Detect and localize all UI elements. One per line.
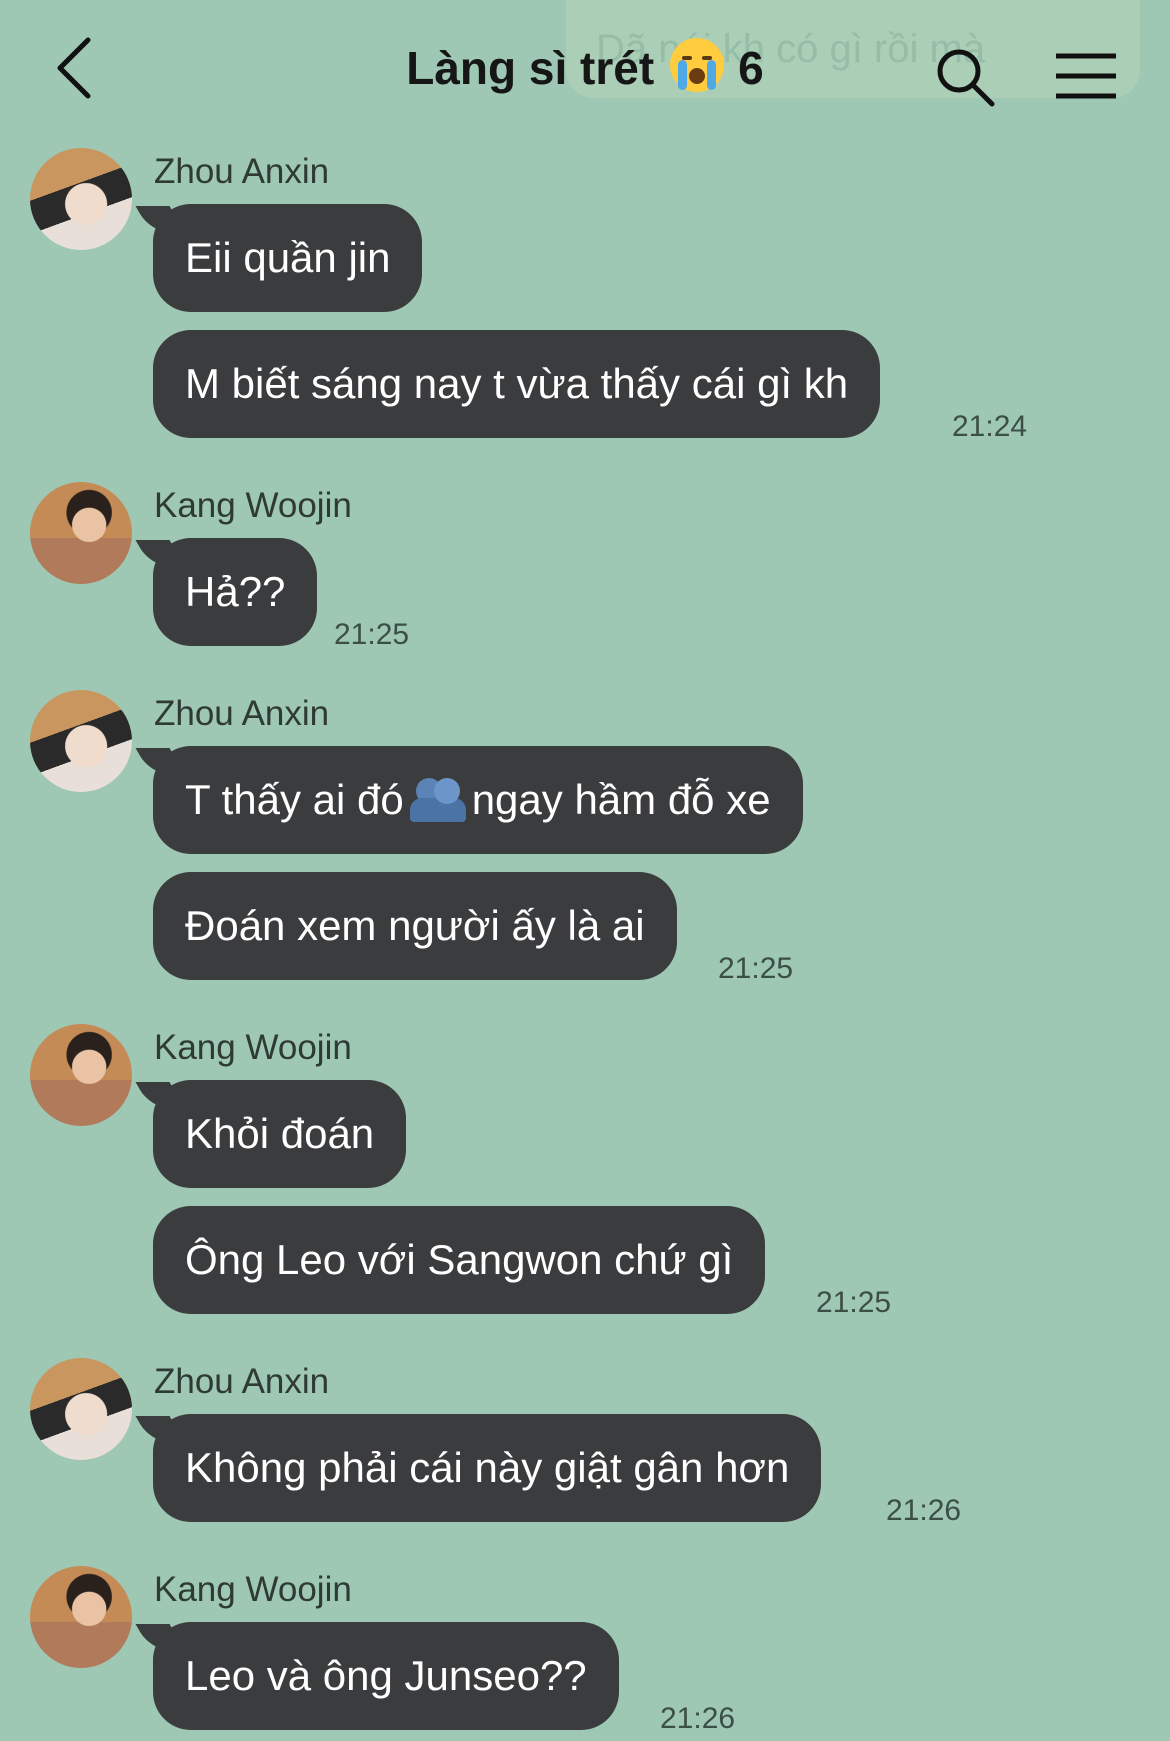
message-text: Ông Leo với Sangwon chứ gì	[185, 1236, 734, 1283]
message-bubble[interactable]: Hả??	[153, 538, 318, 646]
sender-name: Kang Woojin	[154, 486, 352, 525]
kang-woojin-avatar[interactable]	[30, 482, 132, 584]
message-timestamp: 21:26	[660, 1702, 736, 1735]
message-text: Khỏi đoán	[185, 1110, 375, 1157]
sender-name: Kang Woojin	[154, 1570, 352, 1609]
sender-name: Zhou Anxin	[154, 152, 330, 191]
chat-header: Dã nói kh có gì rồi mà Làng sì trét 6	[0, 0, 1170, 140]
chat-title-text: Làng sì trét	[406, 42, 655, 94]
loudly-crying-face-emoji-icon	[670, 38, 725, 92]
message-text: Đoán xem người ấy là ai	[185, 902, 645, 949]
kang-woojin-avatar[interactable]	[30, 1024, 132, 1126]
message-bubble[interactable]: Đoán xem người ấy là ai	[153, 872, 677, 980]
search-icon[interactable]	[934, 46, 996, 108]
message-text: Eii quần jin	[185, 234, 391, 281]
sender-name: Zhou Anxin	[154, 694, 330, 733]
message-text: T thấy ai đó	[185, 776, 404, 823]
message-text: M biết sáng nay t vừa thấy cái gì kh	[185, 360, 849, 407]
member-count: 6	[738, 42, 764, 94]
zhou-anxin-avatar[interactable]	[30, 148, 132, 250]
message-timestamp: 21:25	[816, 1286, 892, 1319]
message-text: Hả??	[185, 568, 286, 615]
message-text: ngay hầm đỗ xe	[471, 776, 771, 823]
sender-name: Kang Woojin	[154, 1028, 352, 1067]
message-bubble[interactable]: Ông Leo với Sangwon chứ gì	[153, 1206, 766, 1314]
message-timestamp: 21:25	[334, 618, 410, 651]
message-bubble[interactable]: Eii quần jin	[153, 204, 423, 312]
sender-name: Zhou Anxin	[154, 1362, 330, 1401]
message-bubble[interactable]: M biết sáng nay t vừa thấy cái gì kh	[153, 330, 881, 438]
message-timestamp: 21:25	[718, 952, 794, 985]
zhou-anxin-avatar[interactable]	[30, 1358, 132, 1460]
message-bubble[interactable]: Khỏi đoán	[153, 1080, 407, 1188]
message-text: Leo và ông Junseo??	[185, 1652, 587, 1699]
busts-in-silhouette-emoji-icon	[409, 778, 466, 822]
message-bubble[interactable]: T thấy ai đó ngay hầm đỗ xe	[153, 746, 803, 854]
message-timestamp: 21:26	[886, 1494, 962, 1527]
hamburger-menu-icon[interactable]	[1054, 52, 1118, 100]
message-text: Không phải cái này giật gân hơn	[185, 1444, 790, 1491]
zhou-anxin-avatar[interactable]	[30, 690, 132, 792]
kang-woojin-avatar[interactable]	[30, 1566, 132, 1668]
message-timestamp: 21:24	[952, 410, 1028, 443]
message-bubble[interactable]: Không phải cái này giật gân hơn	[153, 1414, 822, 1522]
message-bubble[interactable]: Leo và ông Junseo??	[153, 1622, 619, 1730]
